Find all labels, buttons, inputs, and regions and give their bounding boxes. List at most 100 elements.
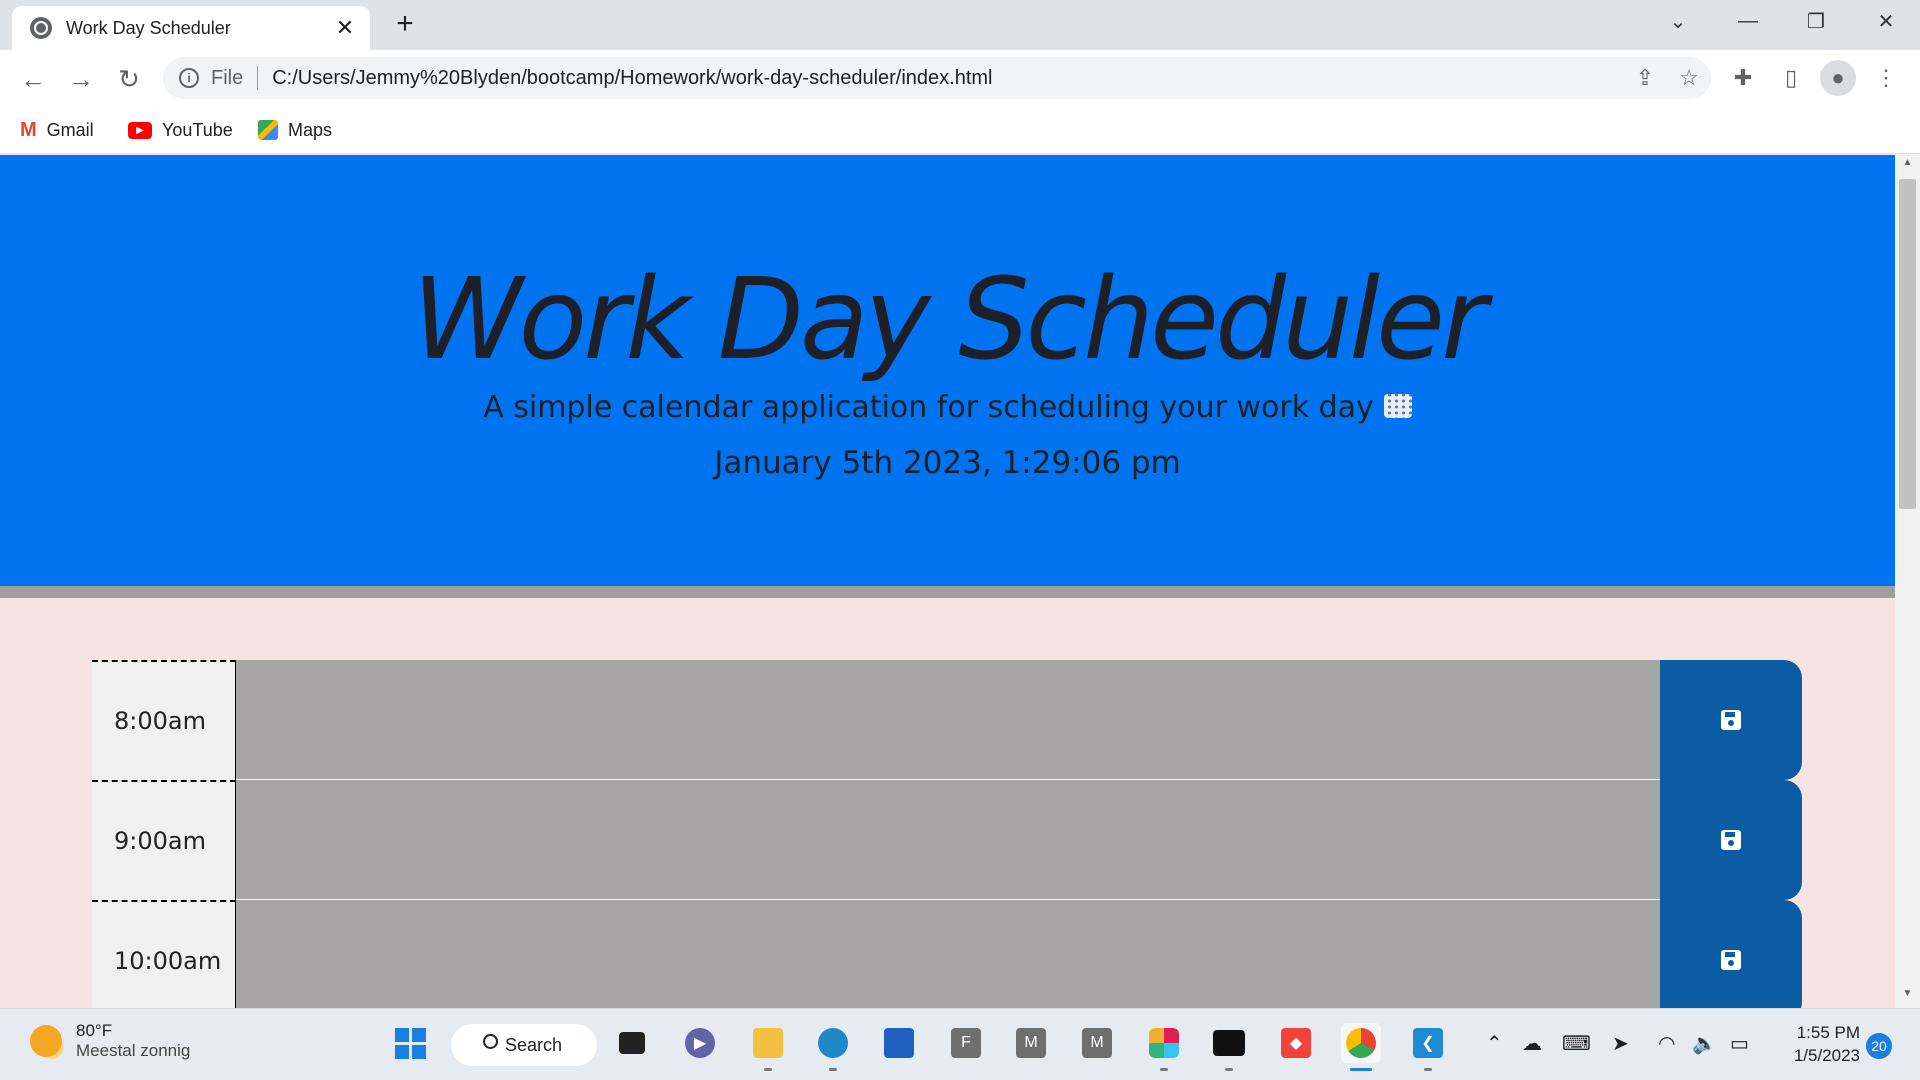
- reload-icon[interactable]: ↻: [112, 62, 146, 96]
- taskbar-search-button[interactable]: Search: [451, 1024, 597, 1066]
- wifi-icon[interactable]: ◠: [1658, 1031, 1675, 1056]
- save-button[interactable]: [1660, 900, 1802, 1008]
- battery-icon[interactable]: ▭: [1730, 1031, 1749, 1056]
- start-button[interactable]: [390, 1023, 430, 1063]
- weather-widget[interactable]: 80°F Meestal zonnig: [30, 1021, 190, 1061]
- bookmark-youtube[interactable]: ▶ YouTube: [128, 116, 233, 144]
- share-icon[interactable]: ⇪: [1623, 65, 1667, 91]
- page-lead: A simple calendar application for schedu…: [0, 390, 1895, 425]
- maps-icon: [258, 120, 278, 140]
- folder-icon: [753, 1028, 783, 1058]
- bookmark-label: Gmail: [46, 119, 94, 140]
- bookmark-star-icon[interactable]: ☆: [1667, 65, 1711, 91]
- site-info-icon[interactable]: i: [179, 68, 199, 88]
- page-header: Work Day Scheduler A simple calendar app…: [0, 155, 1895, 598]
- app-f-button[interactable]: F: [946, 1023, 986, 1063]
- app-f-icon: F: [951, 1028, 981, 1058]
- vscode-icon: ❮: [1413, 1028, 1443, 1058]
- new-tab-button[interactable]: +: [390, 9, 420, 40]
- weather-temperature: 80°F: [76, 1021, 113, 1040]
- address-bar[interactable]: i File C:/Users/Jemmy%20Blyden/bootcamp/…: [163, 57, 1711, 99]
- menu-kebab-icon[interactable]: ⋮: [1868, 60, 1904, 96]
- weather-description: Meestal zonnig: [76, 1041, 191, 1060]
- restore-icon[interactable]: ❐: [1786, 0, 1846, 42]
- windows-logo-icon: [394, 1027, 426, 1059]
- slack-button[interactable]: [1144, 1023, 1184, 1071]
- app-m-icon: M: [1016, 1028, 1046, 1058]
- notification-badge[interactable]: 20: [1866, 1033, 1892, 1059]
- side-panel-icon[interactable]: ▯: [1773, 60, 1809, 96]
- git-client-button[interactable]: ◆: [1276, 1023, 1316, 1063]
- app-m2-button[interactable]: M: [1077, 1023, 1117, 1063]
- task-view-icon: [619, 1032, 645, 1054]
- chrome-icon: [1346, 1028, 1376, 1058]
- search-label: Search: [505, 1034, 563, 1055]
- save-floppy-icon: [1721, 950, 1741, 970]
- save-floppy-icon: [1721, 710, 1741, 730]
- time-block: 10:00am: [92, 900, 1802, 1008]
- search-icon: [483, 1034, 498, 1049]
- terminal-button[interactable]: [1209, 1023, 1249, 1071]
- tab-close-icon[interactable]: ✕: [334, 15, 356, 41]
- edge-button[interactable]: [813, 1023, 853, 1071]
- volume-icon[interactable]: 🔈: [1692, 1031, 1717, 1056]
- hour-label: 9:00am: [92, 780, 236, 900]
- teams-chat-button[interactable]: ▶: [680, 1023, 720, 1063]
- ms-store-button[interactable]: [879, 1023, 919, 1063]
- save-button[interactable]: [1660, 660, 1802, 780]
- scroll-up-arrow-icon[interactable]: ▲: [1895, 157, 1920, 177]
- onedrive-cloud-icon[interactable]: ☁: [1522, 1031, 1542, 1056]
- time-block: 9:00am: [92, 780, 1802, 900]
- save-button[interactable]: [1660, 780, 1802, 900]
- minimize-icon[interactable]: —: [1718, 0, 1778, 42]
- running-indicator: [1424, 1068, 1432, 1071]
- forward-arrow-icon[interactable]: →: [64, 62, 98, 96]
- window-close-icon[interactable]: ✕: [1856, 0, 1916, 42]
- running-indicator: [1160, 1068, 1168, 1071]
- app-m-icon: M: [1082, 1028, 1112, 1058]
- extensions-puzzle-icon[interactable]: ✚: [1725, 60, 1761, 96]
- hour-label: 8:00am: [92, 660, 236, 780]
- slack-icon: [1149, 1028, 1179, 1058]
- scrollbar-thumb[interactable]: [1899, 179, 1916, 509]
- youtube-icon: ▶: [128, 121, 152, 139]
- bookmark-label: Maps: [288, 119, 333, 140]
- address-divider: [257, 66, 259, 90]
- page-scrollbar[interactable]: ▲ ▼: [1895, 155, 1920, 1008]
- location-icon[interactable]: ➤: [1612, 1031, 1629, 1056]
- bookmark-maps[interactable]: Maps: [258, 116, 332, 144]
- clock-date: 1/5/2023: [1793, 1046, 1860, 1065]
- keyboard-icon[interactable]: ⌨: [1562, 1031, 1591, 1056]
- vscode-button[interactable]: ❮: [1408, 1023, 1448, 1071]
- browser-tab-active[interactable]: Work Day Scheduler ✕: [12, 6, 370, 50]
- browser-toolbar: ← → ↻ i File C:/Users/Jemmy%20Blyden/boo…: [0, 50, 1920, 106]
- windows-taskbar: 80°F Meestal zonnig Search ▶ F M M ◆ ❮ ⌃…: [0, 1008, 1920, 1080]
- bookmark-gmail[interactable]: M Gmail: [20, 116, 94, 144]
- profile-avatar-icon[interactable]: ●: [1820, 60, 1856, 96]
- back-arrow-icon[interactable]: ←: [16, 62, 50, 96]
- file-explorer-button[interactable]: [748, 1023, 788, 1071]
- time-block: 8:00am: [92, 660, 1802, 780]
- page-title: Work Day Scheduler: [411, 255, 1487, 385]
- tab-title: Work Day Scheduler: [66, 17, 231, 38]
- save-floppy-icon: [1721, 830, 1741, 850]
- teams-chat-icon: ▶: [685, 1028, 715, 1058]
- event-description-input[interactable]: [236, 900, 1660, 1008]
- page-viewport: Work Day Scheduler A simple calendar app…: [0, 155, 1895, 1008]
- gmail-icon: M: [20, 118, 37, 141]
- browser-tab-strip: Work Day Scheduler ✕ + ⌄ — ❐ ✕: [0, 0, 1920, 50]
- tray-overflow-chevron-icon[interactable]: ⌃: [1486, 1031, 1503, 1056]
- clock-time: 1:55 PM: [1796, 1023, 1860, 1042]
- edge-icon: [818, 1028, 848, 1058]
- tab-search-chevron-icon[interactable]: ⌄: [1648, 0, 1708, 42]
- system-clock[interactable]: 1:55 PM 1/5/2023: [1780, 1021, 1860, 1067]
- address-url[interactable]: C:/Users/Jemmy%20Blyden/bootcamp/Homewor…: [272, 67, 1623, 90]
- scroll-down-arrow-icon[interactable]: ▼: [1895, 988, 1920, 1008]
- event-description-input[interactable]: [236, 780, 1660, 900]
- task-view-button[interactable]: [612, 1023, 652, 1063]
- address-scheme: File: [211, 66, 244, 89]
- running-indicator: [764, 1068, 772, 1071]
- chrome-button[interactable]: [1341, 1023, 1381, 1071]
- app-m1-button[interactable]: M: [1011, 1023, 1051, 1063]
- event-description-input[interactable]: [236, 660, 1660, 780]
